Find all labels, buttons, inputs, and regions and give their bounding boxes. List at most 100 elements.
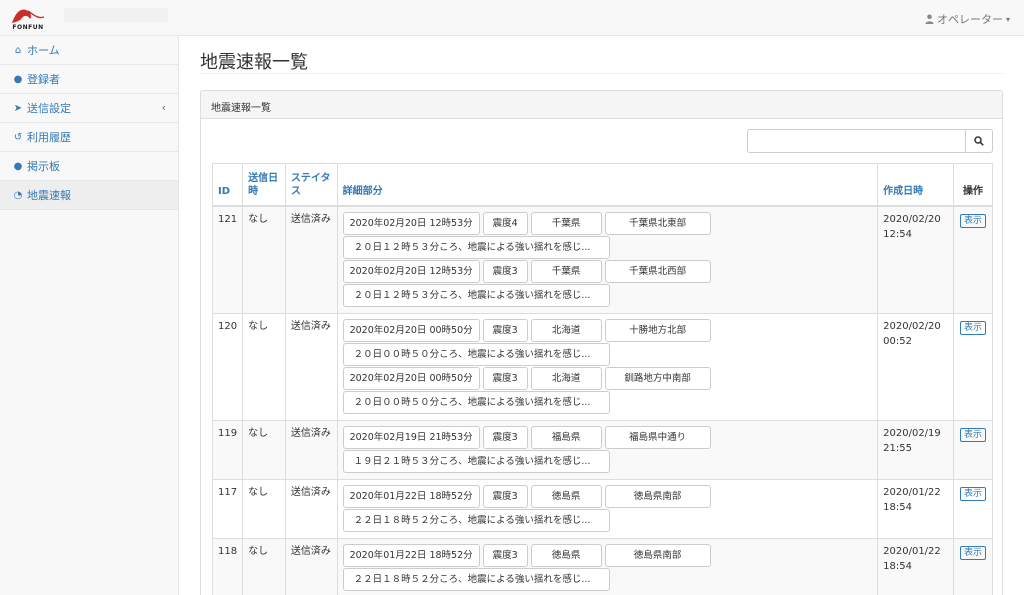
quake-table: ID 送信日時 ステイタス 詳細部分 作成日時 操作 121 なし 送信済み 2020…: [211, 163, 993, 595]
detail-pref-button[interactable]: 千葉県: [530, 259, 602, 283]
header-created[interactable]: 作成日時: [877, 163, 955, 206]
page-title: 地震速報一覧: [200, 52, 308, 73]
user-icon: [925, 14, 934, 24]
cell-ops: 表示: [953, 312, 993, 421]
detail-area-button[interactable]: 徳島県南部: [604, 484, 711, 508]
brand-logo[interactable]: FONFUN: [10, 5, 46, 33]
cell-send-date: なし: [242, 312, 286, 421]
cell-ops: 表示: [953, 419, 993, 480]
header-ops: 操作: [953, 163, 993, 206]
cell-created: 2020/02/20 12:54: [877, 205, 955, 314]
cell-send-date: なし: [242, 537, 286, 595]
sidebar-item-4[interactable]: ● 掲示板: [0, 152, 178, 181]
table-row: 119 なし 送信済み 2020年02月19日 21時53分 震度3 福島県 福島県中通り １…: [211, 419, 993, 480]
detail-pref-button[interactable]: 千葉県: [530, 211, 602, 235]
detail-info-row: 2020年01月22日 18時52分 震度3 徳島県 徳島県南部: [342, 484, 873, 508]
search-group: [747, 129, 993, 153]
table-row: 120 なし 送信済み 2020年02月20日 00時50分 震度3 北海道 十勝地方北部 ２…: [211, 312, 993, 421]
sidebar-item-label: 掲示板: [27, 160, 60, 173]
header-id[interactable]: ID: [211, 163, 244, 206]
detail-area-button[interactable]: 千葉県北東部: [604, 211, 711, 235]
cell-id: 117: [211, 478, 244, 539]
sidebar-item-label: ホーム: [27, 44, 60, 57]
detail-info-row: 2020年02月20日 00時50分 震度3 北海道 十勝地方北部: [342, 318, 873, 342]
user-menu-dropdown[interactable]: オペレーター ▾: [925, 11, 1010, 27]
detail-datetime-button[interactable]: 2020年02月20日 12時53分: [342, 211, 480, 235]
search-button[interactable]: [966, 129, 993, 153]
detail-message-button[interactable]: ２０日００時５０分ころ、地震による強い揺れを感じ...: [342, 390, 610, 414]
detail-area-button[interactable]: 千葉県北西部: [604, 259, 711, 283]
cell-send-date: なし: [242, 478, 286, 539]
detail-message-button[interactable]: ２２日１８時５２分ころ、地震による強い揺れを感じ...: [342, 508, 610, 532]
detail-datetime-button[interactable]: 2020年01月22日 18時52分: [342, 484, 480, 508]
detail-message-button[interactable]: ２０日００時５０分ころ、地震による強い揺れを感じ...: [342, 342, 610, 366]
detail-pref-button[interactable]: 徳島県: [530, 543, 602, 567]
detail-datetime-button[interactable]: 2020年02月20日 12時53分: [342, 259, 480, 283]
chevron-left-icon[interactable]: ‹: [162, 101, 166, 114]
show-button[interactable]: 表示: [960, 486, 987, 501]
search-input[interactable]: [747, 129, 966, 153]
detail-datetime-button[interactable]: 2020年02月20日 00時50分: [342, 366, 480, 390]
detail-datetime-button[interactable]: 2020年01月22日 18時52分: [342, 543, 480, 567]
cell-status: 送信済み: [284, 419, 338, 480]
detail-message-row: ２２日１８時５２分ころ、地震による強い揺れを感じ...: [342, 508, 873, 532]
detail-message-button[interactable]: ２０日１２時５３分ころ、地震による強い揺れを感じ...: [342, 283, 610, 307]
detail-scale-button[interactable]: 震度3: [482, 543, 528, 567]
sidebar-item-1[interactable]: ● 登録者: [0, 65, 178, 94]
created-date: 2020/01/22: [883, 545, 941, 557]
created-time: 18:54: [883, 501, 912, 513]
detail-scale-button[interactable]: 震度3: [482, 259, 528, 283]
detail-info-row: 2020年02月20日 12時53分 震度4 千葉県 千葉県北東部: [342, 211, 873, 235]
detail-pref-button[interactable]: 北海道: [530, 318, 602, 342]
sidebar-item-0[interactable]: ⌂ ホーム: [0, 36, 178, 65]
panel-heading: 地震速報一覧: [201, 91, 1002, 119]
sidebar-item-label: 利用履歴: [27, 131, 71, 144]
show-button[interactable]: 表示: [960, 320, 987, 335]
detail-info-row: 2020年02月19日 21時53分 震度3 福島県 福島県中通り: [342, 425, 873, 449]
table-row: 117 なし 送信済み 2020年01月22日 18時52分 震度3 徳島県 徳島県南部 ２２…: [211, 478, 993, 539]
created-time: 21:55: [883, 442, 912, 454]
sidebar-item-label: 送信設定: [27, 102, 71, 115]
show-button[interactable]: 表示: [960, 213, 987, 228]
wave-logo-icon: [12, 9, 45, 23]
detail-scale-button[interactable]: 震度3: [482, 425, 528, 449]
header-detail[interactable]: 詳細部分: [336, 163, 879, 206]
detail-scale-button[interactable]: 震度3: [482, 366, 528, 390]
detail-pref-button[interactable]: 福島県: [530, 425, 602, 449]
sidebar-item-2[interactable]: ➤ 送信設定 ‹: [0, 94, 178, 123]
show-button[interactable]: 表示: [960, 427, 987, 442]
created-date: 2020/02/20: [883, 213, 941, 225]
sidebar-item-3[interactable]: ↺ 利用履歴: [0, 123, 178, 152]
cell-send-date: なし: [242, 205, 286, 314]
show-button[interactable]: 表示: [960, 545, 987, 560]
cell-ops: 表示: [953, 205, 993, 314]
logo-text: FONFUN: [12, 24, 44, 31]
cell-id: 120: [211, 312, 244, 421]
detail-scale-button[interactable]: 震度3: [482, 318, 528, 342]
cell-status: 送信済み: [284, 478, 338, 539]
detail-area-button[interactable]: 十勝地方北部: [604, 318, 711, 342]
detail-scale-button[interactable]: 震度4: [482, 211, 528, 235]
detail-area-button[interactable]: 釧路地方中南部: [604, 366, 711, 390]
detail-scale-button[interactable]: 震度3: [482, 484, 528, 508]
paper-plane-icon: ➤: [13, 102, 23, 114]
header-status[interactable]: ステイタス: [284, 163, 338, 206]
detail-message-button[interactable]: ２２日１８時５２分ころ、地震による強い揺れを感じ...: [342, 567, 610, 591]
detail-message-button[interactable]: ２０日１２時５３分ころ、地震による強い揺れを感じ...: [342, 235, 610, 259]
header-send-date[interactable]: 送信日時: [242, 163, 286, 206]
detail-message-row: ２０日００時５０分ころ、地震による強い揺れを感じ...: [342, 390, 873, 414]
sidebar-item-5[interactable]: ◔ 地震速報: [0, 181, 178, 210]
detail-message-button[interactable]: １９日２１時５３分ころ、地震による強い揺れを感じ...: [342, 449, 610, 473]
detail-area-button[interactable]: 徳島県南部: [604, 543, 711, 567]
cell-created: 2020/01/22 18:54: [877, 537, 955, 595]
detail-datetime-button[interactable]: 2020年02月20日 00時50分: [342, 318, 480, 342]
detail-datetime-button[interactable]: 2020年02月19日 21時53分: [342, 425, 480, 449]
created-time: 00:52: [883, 335, 912, 347]
detail-pref-button[interactable]: 徳島県: [530, 484, 602, 508]
detail-area-button[interactable]: 福島県中通り: [604, 425, 711, 449]
sidebar-item-label: 登録者: [27, 73, 60, 86]
caret-down-icon: ▾: [1005, 14, 1010, 24]
cell-detail: 2020年02月19日 21時53分 震度3 福島県 福島県中通り １９日２１時５３分こ…: [336, 419, 879, 480]
detail-message-row: ２０日１２時５３分ころ、地震による強い揺れを感じ...: [342, 235, 873, 259]
detail-pref-button[interactable]: 北海道: [530, 366, 602, 390]
